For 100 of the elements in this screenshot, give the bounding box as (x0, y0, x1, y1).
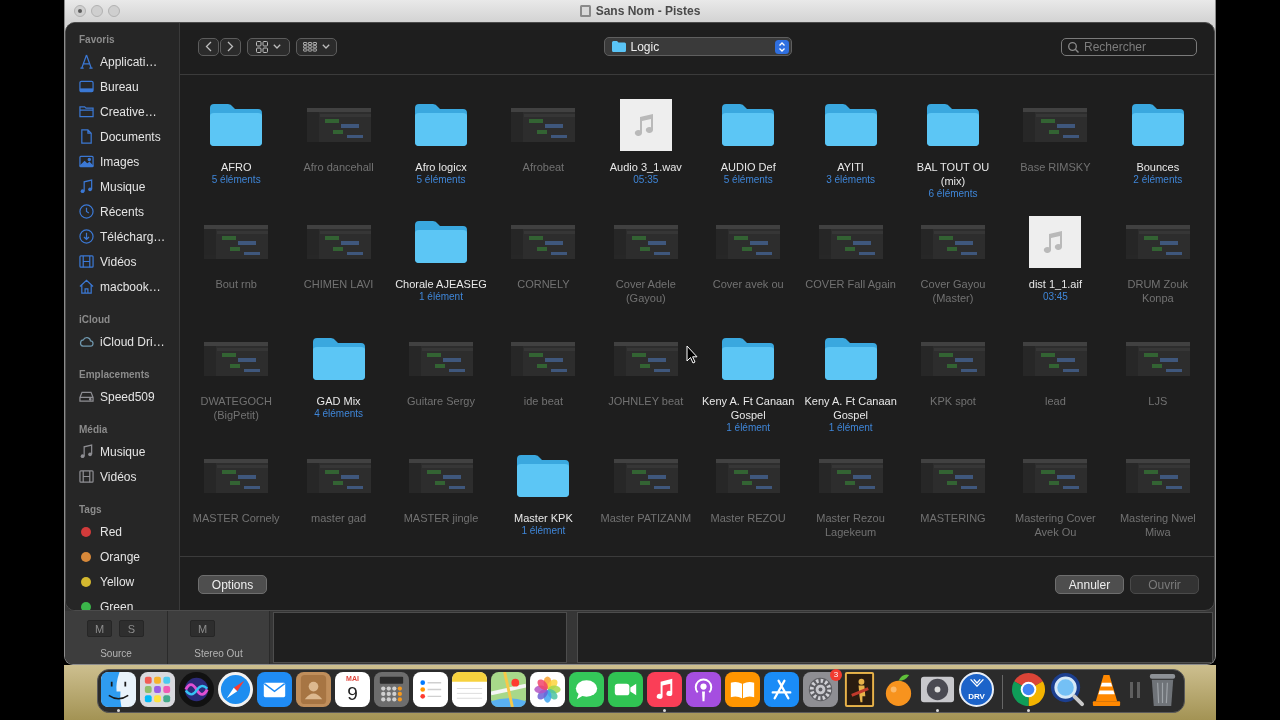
envelope-icon[interactable] (257, 672, 292, 707)
dialog-button[interactable]: Options (198, 575, 267, 594)
lens-icon[interactable] (1050, 672, 1085, 707)
sidebar-item[interactable]: Télécharg… (79, 224, 179, 249)
sidebar-item[interactable]: Speed509 (79, 384, 179, 409)
location-popup[interactable]: Logic (603, 37, 792, 56)
sidebar-item[interactable]: Green (79, 594, 179, 610)
project-thumbnail-icon[interactable] (1023, 342, 1088, 376)
project-thumbnail-icon[interactable] (716, 225, 781, 259)
file-name[interactable]: AUDIO Def (720, 160, 776, 174)
file-name[interactable]: Audio 3_1.wav (609, 160, 682, 174)
folder-icon[interactable] (926, 103, 980, 147)
file-name[interactable]: AYITI (837, 160, 864, 174)
project-thumbnail-icon[interactable] (613, 342, 678, 376)
project-thumbnail-icon[interactable] (204, 225, 269, 259)
sidebar-item[interactable]: Documents (79, 124, 179, 149)
channel-button[interactable]: M (190, 620, 215, 637)
project-thumbnail-icon[interactable] (204, 459, 269, 493)
project-thumbnail-icon[interactable] (306, 225, 371, 259)
sidebar-item[interactable]: Musique (79, 439, 179, 464)
sidebar-item[interactable]: Bureau (79, 74, 179, 99)
file-name[interactable]: AFRO (220, 160, 252, 174)
channel-button[interactable]: S (119, 620, 144, 637)
close-button[interactable] (74, 5, 86, 17)
music-note-icon[interactable] (647, 672, 682, 712)
folder-icon[interactable] (721, 337, 776, 381)
project-thumbnail-icon[interactable] (921, 225, 985, 259)
face-icon[interactable] (101, 672, 136, 712)
video-camera-icon[interactable] (608, 672, 643, 707)
folder-icon[interactable] (414, 103, 468, 147)
sidebar-item[interactable]: Vidéos (79, 249, 179, 274)
sidebar-item[interactable]: Applicati… (79, 49, 179, 74)
project-thumbnail-icon[interactable] (306, 108, 371, 142)
sidebar-item[interactable]: Yellow (79, 569, 179, 594)
project-thumbnail-icon[interactable] (511, 225, 576, 259)
folder-icon[interactable] (823, 337, 878, 381)
folder-icon[interactable] (516, 454, 571, 498)
file-name[interactable]: Keny A. Ft Canaan Gospel (804, 394, 897, 422)
project-thumbnail-icon[interactable] (1023, 108, 1088, 142)
sidebar-item[interactable]: Musique (79, 174, 179, 199)
project-thumbnail-icon[interactable] (409, 342, 473, 376)
folder-icon[interactable] (311, 337, 366, 381)
project-thumbnail-icon[interactable] (204, 342, 269, 376)
map-icon[interactable] (491, 672, 526, 707)
podcast-icon[interactable] (686, 672, 721, 707)
view-mode-button[interactable] (247, 37, 290, 56)
project-thumbnail-icon[interactable] (613, 459, 678, 493)
sidebar-item[interactable]: Images (79, 149, 179, 174)
a-shape-icon[interactable] (764, 672, 799, 707)
notepad-icon[interactable] (452, 672, 487, 707)
project-thumbnail-icon[interactable] (921, 342, 985, 376)
sidebar-item[interactable]: Red (79, 519, 179, 544)
project-thumbnail-icon[interactable] (1125, 342, 1190, 376)
folder-icon[interactable] (414, 220, 468, 264)
checklist-icon[interactable] (413, 672, 448, 707)
guitarist-poster-icon[interactable] (842, 672, 877, 707)
sidebar-item[interactable]: Vidéos (79, 464, 179, 489)
folder-icon[interactable] (1130, 103, 1185, 147)
compass-icon[interactable] (218, 672, 253, 707)
forward-button[interactable] (220, 37, 241, 56)
project-thumbnail-icon[interactable] (409, 459, 473, 493)
app-grid-icon[interactable] (140, 672, 175, 707)
file-name[interactable]: BAL TOUT OU (mix) (906, 160, 1000, 188)
project-thumbnail-icon[interactable] (818, 225, 883, 259)
project-thumbnail-icon[interactable] (716, 459, 781, 493)
round-logo-icon[interactable]: DRV (959, 672, 994, 707)
address-book-icon[interactable] (296, 672, 331, 707)
project-thumbnail-icon[interactable] (1023, 459, 1088, 493)
project-thumbnail-icon[interactable] (921, 459, 985, 493)
search-field[interactable]: Rechercher (1061, 37, 1197, 56)
project-thumbnail-icon[interactable] (306, 459, 371, 493)
file-name[interactable]: Chorale AJEASEG (395, 277, 487, 291)
project-thumbnail-icon[interactable] (818, 459, 883, 493)
channel-button[interactable]: M (87, 620, 112, 637)
folder-icon[interactable] (823, 103, 878, 147)
folder-icon[interactable] (209, 103, 264, 147)
sidebar-item[interactable]: iCloud Dri… (79, 329, 179, 354)
file-name[interactable]: Master KPK (514, 511, 573, 525)
sidebar-item[interactable]: Creative… (79, 99, 179, 124)
file-name[interactable]: Bounces (1136, 160, 1180, 174)
file-name[interactable]: dist 1_1.aif (1028, 277, 1082, 291)
project-thumbnail-icon[interactable] (511, 108, 576, 142)
project-thumbnail-icon[interactable] (613, 225, 678, 259)
file-name[interactable]: Keny A. Ft Canaan Gospel (701, 394, 795, 422)
orb-icon[interactable] (179, 672, 214, 707)
flower-icon[interactable] (530, 672, 565, 707)
sidebar-item[interactable]: Récents (79, 199, 179, 224)
project-thumbnail-icon[interactable] (1125, 225, 1190, 259)
dialog-button[interactable]: Annuler (1055, 575, 1124, 594)
tricolor-circle-icon[interactable] (1011, 672, 1046, 712)
calculator-icon[interactable] (374, 672, 409, 707)
folder-icon[interactable] (721, 103, 776, 147)
project-thumbnail-icon[interactable] (1125, 459, 1190, 493)
sidebar-item[interactable]: macbook… (79, 274, 179, 299)
chat-bubble-icon[interactable] (569, 672, 604, 707)
sidebar-item[interactable]: Orange (79, 544, 179, 569)
back-button[interactable] (198, 37, 219, 56)
group-button[interactable] (296, 37, 337, 56)
book-icon[interactable] (725, 672, 760, 707)
project-thumbnail-icon[interactable] (511, 342, 576, 376)
